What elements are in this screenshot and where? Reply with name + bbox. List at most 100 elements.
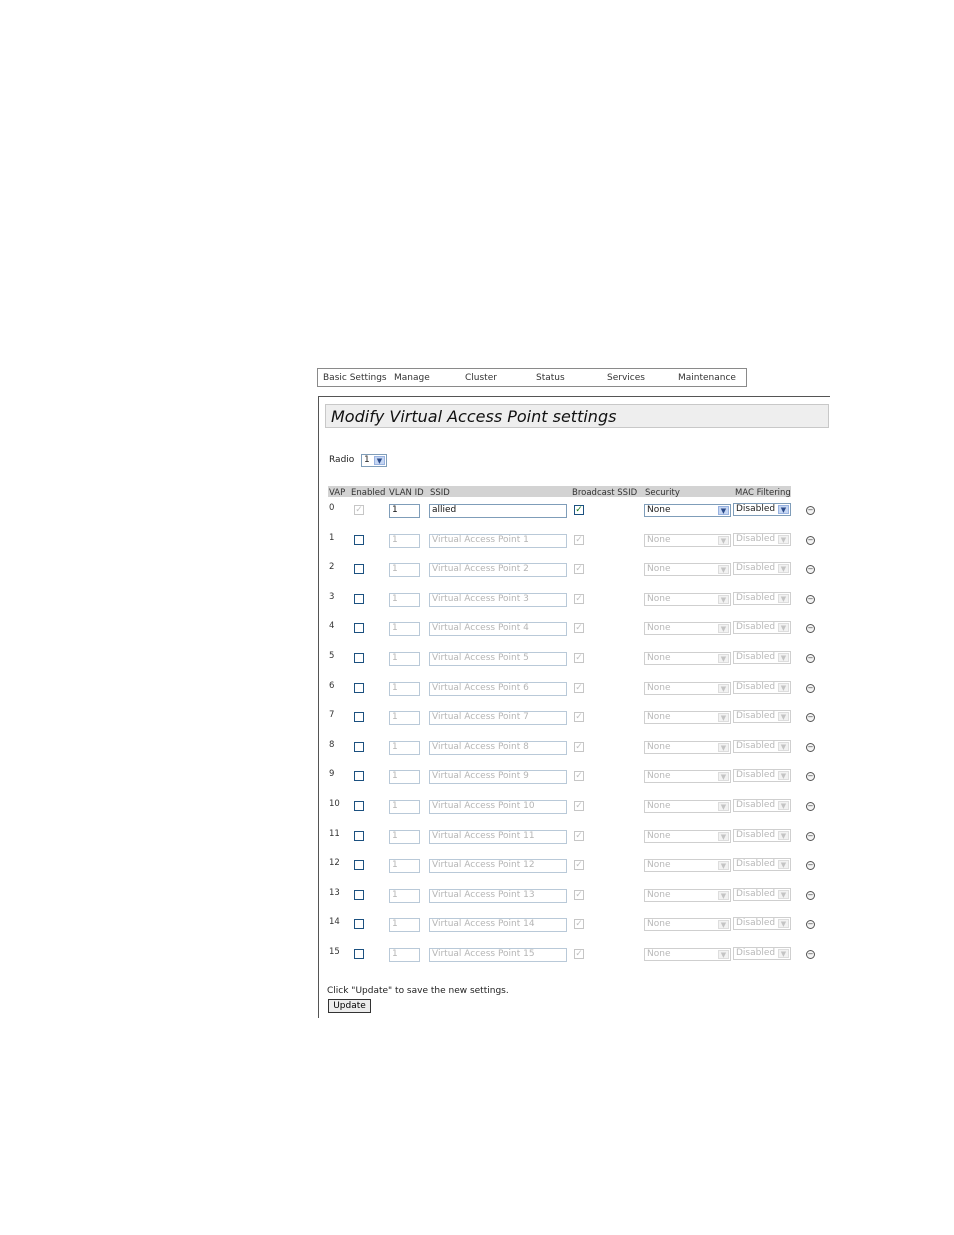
mac-filtering-select[interactable]: Disabled ▼ (733, 503, 791, 516)
ssid-input[interactable]: allied (429, 504, 567, 518)
nav-basic-settings[interactable]: Basic Settings (323, 373, 387, 383)
broadcast-ssid-checkbox: ✓ (574, 683, 584, 693)
chevron-down-icon: ▼ (718, 920, 729, 929)
mac-filtering-select: Disabled ▼ (733, 681, 791, 694)
chevron-down-icon: ▼ (778, 831, 789, 840)
security-select-value: None (647, 653, 671, 663)
nav-cluster[interactable]: Cluster (465, 373, 497, 383)
mac-filtering-select-value: Disabled (736, 711, 776, 721)
security-select-value: None (647, 860, 671, 870)
broadcast-ssid-checkbox: ✓ (574, 919, 584, 929)
page-title: Modify Virtual Access Point settings (331, 407, 617, 426)
mac-filtering-select-value: Disabled (736, 622, 776, 632)
enabled-checkbox[interactable] (354, 860, 364, 870)
security-select: None ▼ (644, 770, 731, 783)
mac-filtering-select-value: Disabled (736, 682, 776, 692)
enabled-checkbox[interactable] (354, 831, 364, 841)
security-select: None ▼ (644, 800, 731, 813)
chevron-down-icon: ▼ (718, 713, 729, 722)
mac-filtering-select: Disabled ▼ (733, 858, 791, 871)
chevron-down-icon: ▼ (718, 861, 729, 870)
circle-minus-icon[interactable]: − (806, 654, 815, 663)
broadcast-ssid-checkbox[interactable]: ✓ (574, 505, 584, 515)
update-button[interactable]: Update (328, 999, 371, 1013)
enabled-checkbox[interactable] (354, 742, 364, 752)
enabled-checkbox[interactable] (354, 653, 364, 663)
security-select-value: None (647, 919, 671, 929)
security-select: None ▼ (644, 859, 731, 872)
mac-filtering-select: Disabled ▼ (733, 947, 791, 960)
vap-number: 4 (329, 621, 335, 631)
vlan-id-input: 1 (389, 622, 420, 636)
broadcast-ssid-checkbox: ✓ (574, 890, 584, 900)
security-select-value: None (647, 831, 671, 841)
enabled-checkbox[interactable] (354, 594, 364, 604)
chevron-down-icon: ▼ (718, 565, 729, 574)
circle-minus-icon[interactable]: − (806, 506, 815, 515)
circle-minus-icon[interactable]: − (806, 743, 815, 752)
vap-number: 14 (329, 917, 340, 927)
circle-minus-icon[interactable]: − (806, 802, 815, 811)
circle-minus-icon[interactable]: − (806, 565, 815, 574)
chevron-down-icon: ▼ (778, 712, 789, 721)
enabled-checkbox[interactable] (354, 535, 364, 545)
ssid-input: Virtual Access Point 13 (429, 889, 567, 903)
security-select: None ▼ (644, 563, 731, 576)
col-header-broadcast: Broadcast SSID (572, 488, 638, 498)
enabled-checkbox[interactable] (354, 623, 364, 633)
circle-minus-icon[interactable]: − (806, 713, 815, 722)
enabled-checkbox[interactable] (354, 949, 364, 959)
mac-filtering-select-value: Disabled (736, 918, 776, 928)
broadcast-ssid-checkbox: ✓ (574, 564, 584, 574)
mac-filtering-select: Disabled ▼ (733, 917, 791, 930)
circle-minus-icon[interactable]: − (806, 595, 815, 604)
vlan-id-input[interactable]: 1 (389, 504, 420, 518)
circle-minus-icon[interactable]: − (806, 861, 815, 870)
enabled-checkbox[interactable] (354, 890, 364, 900)
security-select[interactable]: None ▼ (644, 504, 731, 517)
circle-minus-icon[interactable]: − (806, 891, 815, 900)
circle-minus-icon[interactable]: − (806, 950, 815, 959)
chevron-down-icon: ▼ (374, 456, 385, 465)
chevron-down-icon: ▼ (718, 684, 729, 693)
chevron-down-icon: ▼ (778, 505, 789, 514)
circle-minus-icon[interactable]: − (806, 920, 815, 929)
chevron-down-icon: ▼ (718, 595, 729, 604)
vlan-id-input: 1 (389, 889, 420, 903)
enabled-checkbox[interactable] (354, 564, 364, 574)
vlan-id-input: 1 (389, 652, 420, 666)
vlan-id-input: 1 (389, 563, 420, 577)
enabled-checkbox[interactable] (354, 683, 364, 693)
enabled-checkbox[interactable] (354, 771, 364, 781)
circle-minus-icon[interactable]: − (806, 624, 815, 633)
vap-settings-panel: Modify Virtual Access Point settings Rad… (318, 396, 830, 1018)
col-header-vap: VAP (329, 488, 346, 498)
circle-minus-icon[interactable]: − (806, 536, 815, 545)
nav-status[interactable]: Status (536, 373, 565, 383)
circle-minus-icon[interactable]: − (806, 684, 815, 693)
ssid-input: Virtual Access Point 11 (429, 830, 567, 844)
security-select-value: None (647, 535, 671, 545)
mac-filtering-select: Disabled ▼ (733, 710, 791, 723)
col-header-enabled: Enabled (351, 488, 386, 498)
ssid-input: Virtual Access Point 12 (429, 859, 567, 873)
radio-select[interactable]: 1 ▼ (361, 454, 387, 467)
nav-maintenance[interactable]: Maintenance (678, 373, 736, 383)
ssid-input: Virtual Access Point 3 (429, 593, 567, 607)
mac-filtering-select: Disabled ▼ (733, 799, 791, 812)
chevron-down-icon: ▼ (778, 653, 789, 662)
enabled-checkbox[interactable] (354, 801, 364, 811)
nav-services[interactable]: Services (607, 373, 645, 383)
security-select: None ▼ (644, 652, 731, 665)
security-select: None ▼ (644, 830, 731, 843)
broadcast-ssid-checkbox: ✓ (574, 860, 584, 870)
security-select-value: None (647, 712, 671, 722)
mac-filtering-select: Disabled ▼ (733, 533, 791, 546)
circle-minus-icon[interactable]: − (806, 832, 815, 841)
circle-minus-icon[interactable]: − (806, 772, 815, 781)
chevron-down-icon: ▼ (718, 802, 729, 811)
enabled-checkbox[interactable] (354, 712, 364, 722)
nav-manage[interactable]: Manage (394, 373, 430, 383)
enabled-checkbox[interactable] (354, 919, 364, 929)
security-select: None ▼ (644, 682, 731, 695)
